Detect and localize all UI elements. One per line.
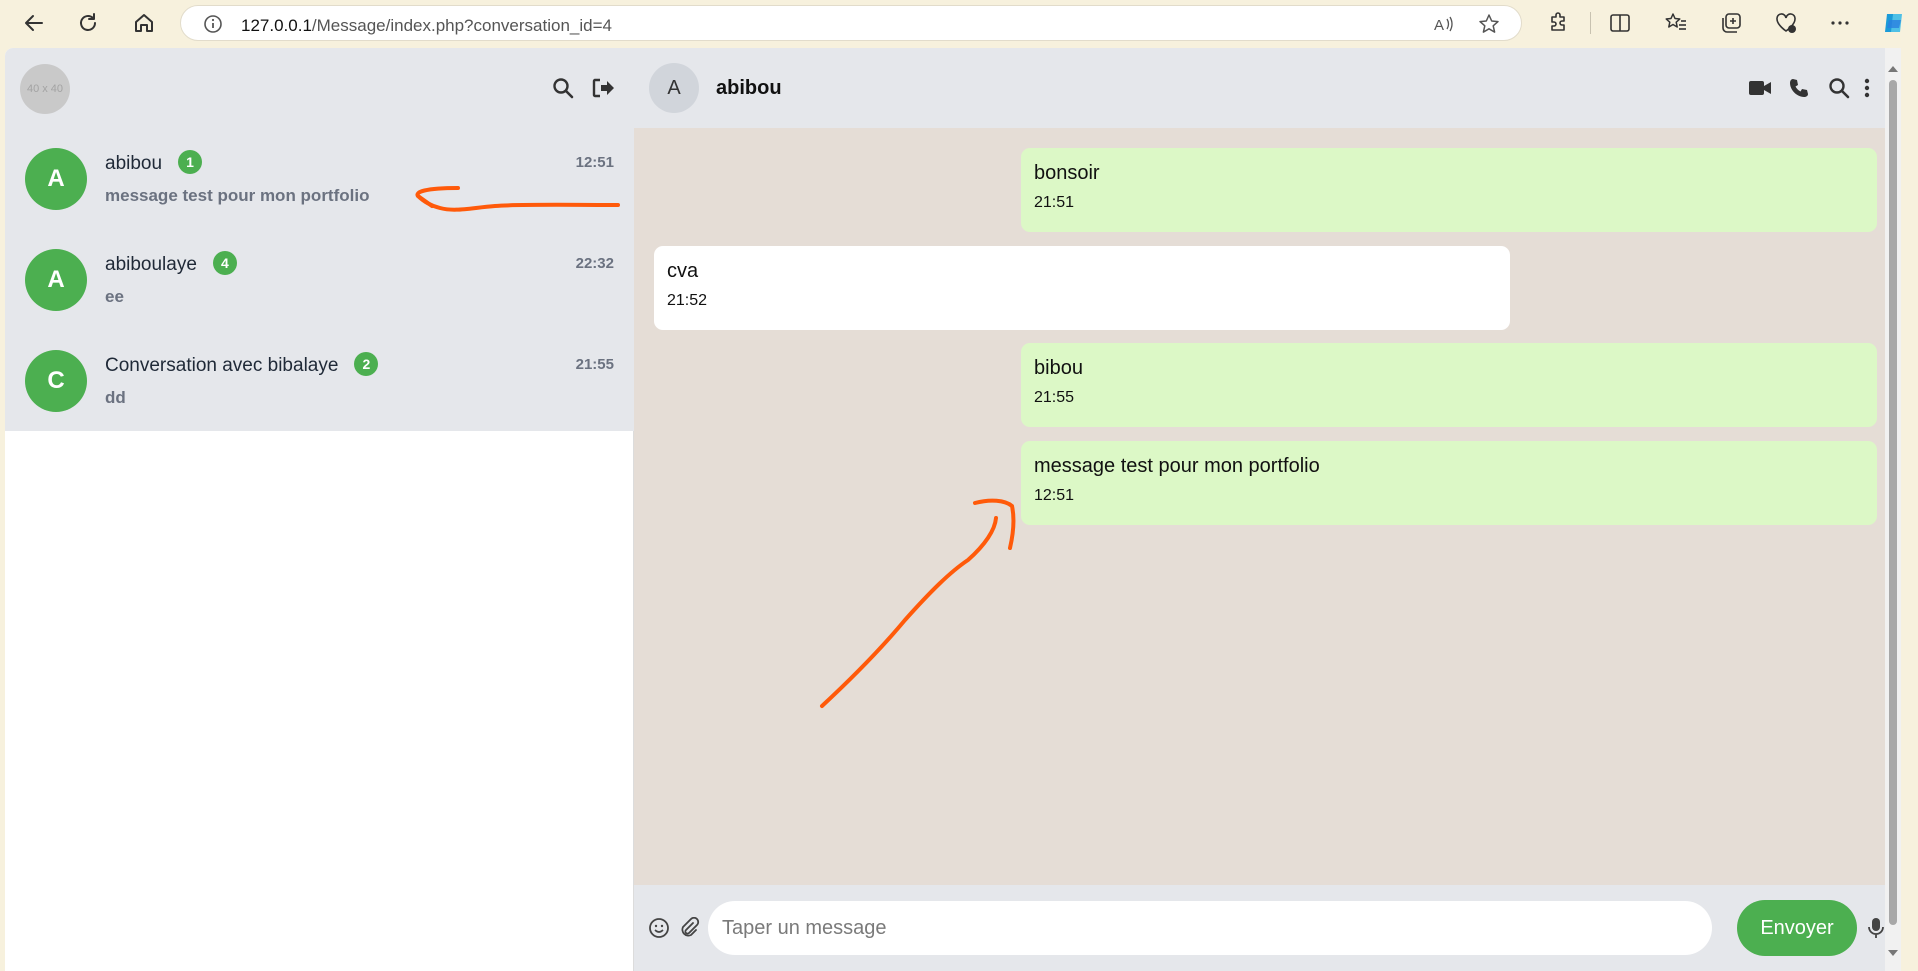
message-bubble-sent: bibou 21:55 — [1021, 343, 1877, 427]
conversation-preview: message test pour mon portfolio — [105, 186, 370, 205]
url-path: /Message/index.php?conversation_id=4 — [311, 16, 612, 35]
message-bubble-received: cva 21:52 — [654, 246, 1510, 330]
conversation-time: 12:51 — [575, 154, 614, 171]
back-icon[interactable] — [18, 7, 50, 39]
svg-text:A: A — [1434, 17, 1444, 34]
unread-badge: 1 — [178, 150, 203, 174]
message-input[interactable] — [708, 901, 1712, 955]
favorites-icon[interactable] — [1662, 9, 1690, 37]
favorite-star-icon[interactable] — [1477, 12, 1501, 36]
address-bar[interactable]: 127.0.0.1/Message/index.php?conversation… — [180, 5, 1522, 41]
conversation-name-text: abibou — [105, 153, 163, 174]
conversation-name-text: abiboulaye — [105, 254, 197, 275]
unread-badge: 4 — [212, 251, 237, 275]
info-icon[interactable] — [203, 14, 223, 39]
messaging-app: 40 x 40 A abibou 1 12:51 message test pou… — [5, 48, 1901, 971]
scroll-thumb[interactable] — [1889, 80, 1897, 925]
conversation-name: Conversation avec bibalaye 2 — [105, 352, 379, 377]
url-host: 127.0.0.1 — [241, 16, 312, 35]
more-vertical-icon[interactable] — [1854, 75, 1880, 101]
read-aloud-icon[interactable]: A — [1431, 12, 1455, 36]
video-call-icon[interactable] — [1747, 75, 1773, 101]
logout-icon[interactable] — [589, 74, 617, 102]
split-screen-icon[interactable] — [1606, 9, 1634, 37]
browser-toolbar: 127.0.0.1/Message/index.php?conversation… — [0, 0, 1918, 46]
message-text: bonsoir — [1034, 162, 1100, 184]
message-time: 12:51 — [1034, 487, 1075, 504]
conversation-avatar: C — [25, 350, 87, 412]
conversation-item[interactable]: C Conversation avec bibalaye 2 21:55 dd — [5, 330, 634, 431]
refresh-icon[interactable] — [72, 7, 104, 39]
message-bubble-sent: bonsoir 21:51 — [1021, 148, 1877, 232]
conversation-list: A abibou 1 12:51 message test pour mon po… — [5, 128, 634, 431]
conversation-time: 22:32 — [575, 255, 614, 272]
message-text: cva — [667, 260, 699, 282]
search-icon[interactable] — [549, 74, 577, 102]
conversation-avatar: A — [25, 148, 87, 210]
chat-header: A abibou — [634, 48, 1885, 128]
message-composer: Envoyer — [634, 885, 1885, 971]
conversation-preview: dd — [105, 388, 126, 407]
scroll-up-arrow-icon[interactable] — [1888, 66, 1898, 72]
my-avatar[interactable]: 40 x 40 — [20, 64, 70, 114]
message-time: 21:51 — [1034, 194, 1075, 211]
extensions-icon[interactable] — [1545, 9, 1573, 37]
more-icon[interactable] — [1826, 9, 1854, 37]
message-time: 21:52 — [667, 292, 708, 309]
message-text: message test pour mon portfolio — [1034, 455, 1320, 477]
conversation-name: abibou 1 — [105, 150, 203, 175]
message-bubble-sent: message test pour mon portfolio 12:51 — [1021, 441, 1877, 525]
message-text: bibou — [1034, 357, 1083, 379]
conversation-name-text: Conversation avec bibalaye — [105, 355, 339, 376]
sidebar-header: 40 x 40 — [5, 48, 634, 128]
conversation-item[interactable]: A abiboulaye 4 22:32 ee — [5, 229, 634, 330]
chat-panel: A abibou bonsoir 21:51 cva 21:52 bibou 2… — [634, 48, 1885, 971]
attach-icon[interactable] — [676, 915, 702, 941]
browser-essentials-icon[interactable] — [1772, 9, 1800, 37]
send-button[interactable]: Envoyer — [1737, 900, 1857, 956]
contact-avatar[interactable]: A — [649, 63, 699, 113]
conversation-time: 21:55 — [575, 356, 614, 373]
contact-name: abibou — [716, 77, 782, 99]
home-icon[interactable] — [128, 7, 160, 39]
conversation-preview: ee — [105, 287, 124, 306]
unread-badge: 2 — [354, 352, 379, 376]
phone-icon[interactable] — [1786, 75, 1812, 101]
url-text: 127.0.0.1/Message/index.php?conversation… — [241, 16, 612, 36]
toolbar-divider — [1590, 12, 1591, 34]
conversation-sidebar: 40 x 40 A abibou 1 12:51 message test pou… — [5, 48, 634, 971]
conversation-avatar: A — [25, 249, 87, 311]
copilot-icon[interactable] — [1880, 9, 1908, 37]
message-time: 21:55 — [1034, 389, 1075, 406]
emoji-icon[interactable] — [646, 915, 672, 941]
search-icon[interactable] — [1826, 75, 1852, 101]
collections-icon[interactable] — [1717, 9, 1745, 37]
conversation-name: abiboulaye 4 — [105, 251, 237, 276]
conversation-item[interactable]: A abibou 1 12:51 message test pour mon po… — [5, 128, 634, 229]
scroll-down-arrow-icon[interactable] — [1888, 950, 1898, 956]
page-scrollbar[interactable] — [1885, 48, 1901, 971]
